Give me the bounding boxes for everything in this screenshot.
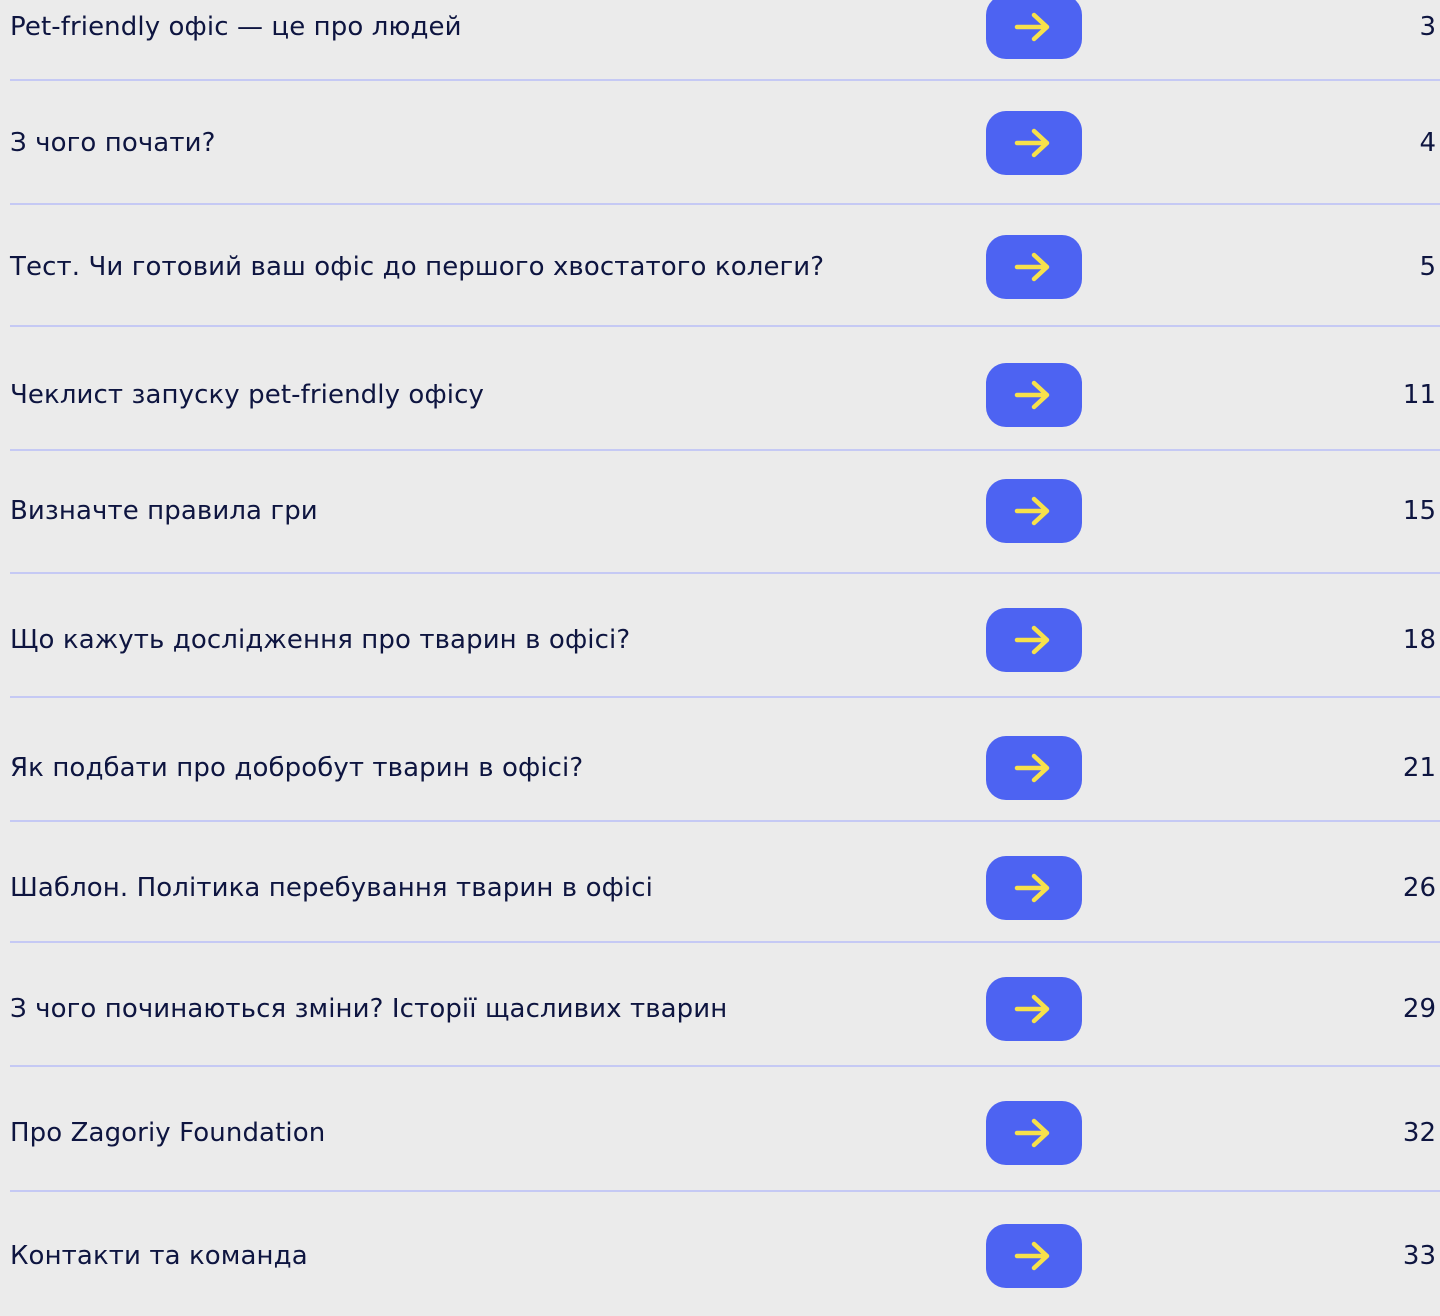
toc-entry-title[interactable]: З чого починаються зміни? Історії щаслив…	[10, 994, 727, 1024]
toc-entry-page-number[interactable]: 18	[1403, 625, 1436, 655]
toc-entry-title[interactable]: Про Zagoriy Foundation	[10, 1118, 325, 1148]
divider	[10, 203, 1440, 205]
toc-entry[interactable]: Контакти та команда 33	[0, 1196, 1440, 1316]
toc-entry-title[interactable]: Як подбати про добробут тварин в офісі?	[10, 753, 583, 783]
go-to-page-button[interactable]	[986, 1224, 1082, 1288]
toc-entry[interactable]: З чого почати? 4	[0, 83, 1440, 203]
go-to-page-button[interactable]	[986, 363, 1082, 427]
divider	[10, 820, 1440, 822]
go-to-page-button[interactable]	[986, 111, 1082, 175]
toc-entry[interactable]: Тест. Чи готовий ваш офіс до першого хво…	[0, 207, 1440, 327]
arrow-right-icon	[1014, 994, 1050, 1024]
toc-entry[interactable]: З чого починаються зміни? Історії щаслив…	[0, 949, 1440, 1069]
toc-entry[interactable]: Про Zagoriy Foundation 32	[0, 1073, 1440, 1193]
go-to-page-button[interactable]	[986, 0, 1082, 59]
toc-entry-page-number[interactable]: 15	[1403, 496, 1436, 526]
arrow-right-icon	[1014, 496, 1050, 526]
toc-entry-title[interactable]: Контакти та команда	[10, 1241, 308, 1271]
toc-entry-page-number[interactable]: 3	[1419, 12, 1436, 42]
divider	[10, 1190, 1440, 1192]
arrow-right-icon	[1014, 128, 1050, 158]
go-to-page-button[interactable]	[986, 235, 1082, 299]
toc-entry-page-number[interactable]: 33	[1403, 1241, 1436, 1271]
toc-entry-title[interactable]: Визначте правила гри	[10, 496, 318, 526]
go-to-page-button[interactable]	[986, 736, 1082, 800]
toc-entry-title[interactable]: Шаблон. Політика перебування тварин в оф…	[10, 873, 653, 903]
arrow-right-icon	[1014, 380, 1050, 410]
divider	[10, 79, 1440, 81]
arrow-right-icon	[1014, 625, 1050, 655]
toc-entry-title[interactable]: Pet-friendly офіс — це про людей	[10, 12, 462, 42]
toc-entry-title[interactable]: Що кажуть дослідження про тварин в офісі…	[10, 625, 630, 655]
arrow-right-icon	[1014, 873, 1050, 903]
divider	[10, 696, 1440, 698]
table-of-contents: Pet-friendly офіс — це про людей 3 З чог…	[0, 0, 1440, 1289]
toc-entry-page-number[interactable]: 4	[1419, 128, 1436, 158]
go-to-page-button[interactable]	[986, 856, 1082, 920]
go-to-page-button[interactable]	[986, 1101, 1082, 1165]
toc-entry-title[interactable]: З чого почати?	[10, 128, 215, 158]
toc-entry-page-number[interactable]: 32	[1403, 1118, 1436, 1148]
toc-entry[interactable]: Що кажуть дослідження про тварин в офісі…	[0, 580, 1440, 700]
arrow-right-icon	[1014, 1241, 1050, 1271]
toc-entry[interactable]: Визначте правила гри 15	[0, 451, 1440, 571]
divider	[10, 325, 1440, 327]
arrow-right-icon	[1014, 1118, 1050, 1148]
toc-entry-title[interactable]: Тест. Чи готовий ваш офіс до першого хво…	[10, 252, 824, 282]
toc-entry[interactable]: Чеклист запуску pet-friendly офісу 11	[0, 335, 1440, 455]
go-to-page-button[interactable]	[986, 977, 1082, 1041]
arrow-right-icon	[1014, 12, 1050, 42]
toc-entry[interactable]: Як подбати про добробут тварин в офісі? …	[0, 708, 1440, 828]
toc-entry[interactable]: Шаблон. Політика перебування тварин в оф…	[0, 828, 1440, 948]
divider	[10, 941, 1440, 943]
toc-entry[interactable]: Pet-friendly офіс — це про людей 3	[0, 0, 1440, 87]
toc-entry-page-number[interactable]: 21	[1403, 753, 1436, 783]
go-to-page-button[interactable]	[986, 479, 1082, 543]
toc-entry-page-number[interactable]: 5	[1419, 252, 1436, 282]
toc-entry-page-number[interactable]: 26	[1403, 873, 1436, 903]
arrow-right-icon	[1014, 753, 1050, 783]
toc-entry-page-number[interactable]: 29	[1403, 994, 1436, 1024]
arrow-right-icon	[1014, 252, 1050, 282]
go-to-page-button[interactable]	[986, 608, 1082, 672]
toc-entry-title[interactable]: Чеклист запуску pet-friendly офісу	[10, 380, 484, 410]
divider	[10, 572, 1440, 574]
divider	[10, 1065, 1440, 1067]
toc-entry-page-number[interactable]: 11	[1403, 380, 1436, 410]
